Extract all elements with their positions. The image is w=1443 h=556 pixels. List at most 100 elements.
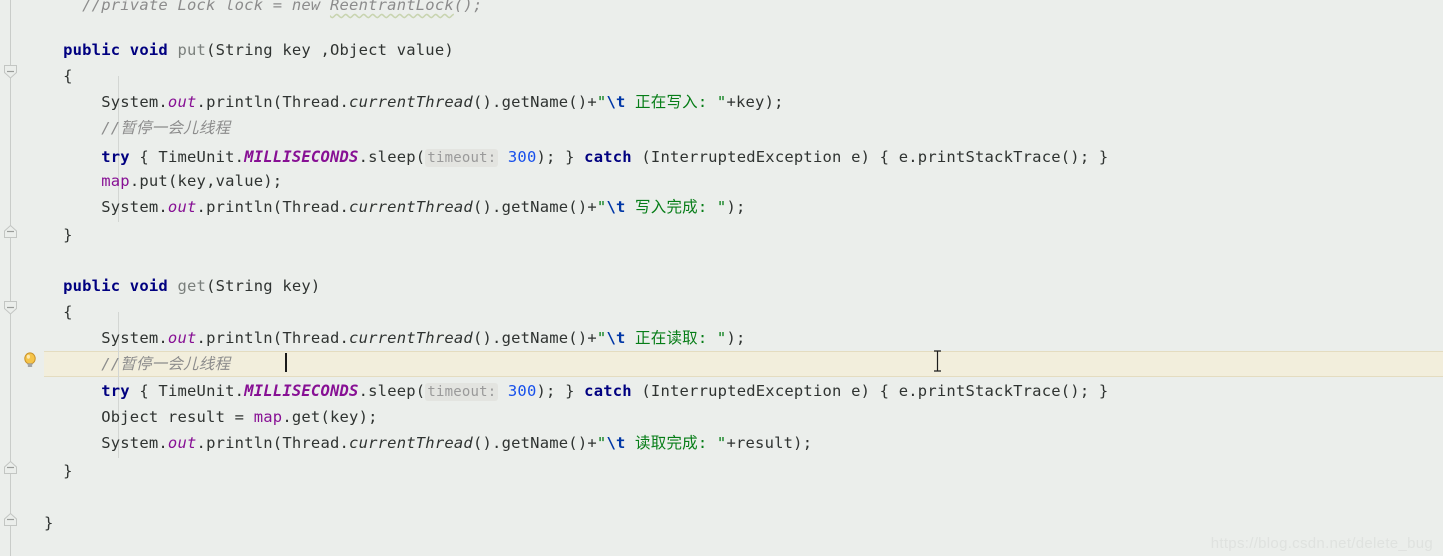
code-token: \t: [606, 329, 626, 347]
code-token: out: [167, 434, 197, 452]
code-line[interactable]: System.out.println(Thread.currentThread(…: [44, 194, 746, 220]
code-token: .println(Thread.: [196, 329, 350, 347]
code-token: ();: [453, 0, 483, 14]
code-line[interactable]: //暂停一会儿线程: [44, 351, 230, 377]
code-token: currentThread: [349, 93, 473, 111]
code-token: ().getName()+: [472, 93, 597, 111]
code-line[interactable]: System.out.println(Thread.currentThread(…: [44, 89, 784, 115]
code-token: {: [44, 303, 73, 321]
code-token: 正在写入: ": [625, 93, 727, 111]
code-token: ().getName()+: [472, 329, 597, 347]
code-token: 300: [498, 148, 537, 166]
code-token: public void: [63, 277, 178, 295]
code-token: timeout:: [425, 149, 499, 167]
code-token: (String key): [206, 277, 321, 295]
code-line[interactable]: {: [44, 299, 73, 325]
code-token: .put(key,value);: [129, 172, 283, 190]
code-text-area[interactable]: //private Lock lock = new ReentrantLock(…: [44, 0, 1443, 556]
code-token: .println(Thread.: [196, 198, 350, 216]
code-token: .println(Thread.: [196, 434, 350, 452]
code-token: ": [596, 198, 607, 216]
code-line[interactable]: System.out.println(Thread.currentThread(…: [44, 430, 812, 456]
code-token: timeout:: [425, 383, 499, 401]
code-line[interactable]: {: [44, 63, 73, 89]
code-token: }: [44, 462, 73, 480]
fold-marker-put-start-icon[interactable]: [3, 64, 18, 79]
code-line[interactable]: }: [44, 222, 73, 248]
code-token: +result);: [726, 434, 813, 452]
code-token: +key);: [726, 93, 784, 111]
mouse-ibeam-cursor: [932, 350, 943, 372]
code-line[interactable]: //暂停一会儿线程: [44, 115, 230, 141]
code-editor-window[interactable]: //private Lock lock = new ReentrantLock(…: [0, 0, 1443, 556]
code-token: currentThread: [349, 198, 473, 216]
code-token: (InterruptedException e) { e.printStackT…: [631, 148, 1109, 166]
code-token: get: [177, 277, 207, 295]
code-token: \t: [606, 434, 626, 452]
fold-marker-put-end-icon[interactable]: [3, 224, 18, 239]
code-token: //private Lock lock = new: [44, 0, 330, 14]
code-token: currentThread: [349, 434, 473, 452]
code-line[interactable]: try { TimeUnit.MILLISECONDS.sleep(timeou…: [44, 378, 1108, 404]
code-token: ": [596, 329, 607, 347]
code-token: ": [596, 434, 607, 452]
code-token: out: [167, 329, 197, 347]
code-token: ); }: [536, 148, 585, 166]
code-token: {: [44, 67, 73, 85]
code-token: public void: [63, 41, 178, 59]
code-token: .sleep(: [358, 148, 426, 166]
code-token: \t: [606, 198, 626, 216]
code-token: 300: [498, 382, 537, 400]
code-token: catch: [584, 382, 632, 400]
code-token: out: [167, 198, 197, 216]
code-token: currentThread: [349, 329, 473, 347]
code-token: System.: [44, 93, 168, 111]
code-line[interactable]: //private Lock lock = new ReentrantLock(…: [44, 0, 483, 18]
code-token: map: [253, 408, 283, 426]
code-token: .sleep(: [358, 382, 426, 400]
code-token: .println(Thread.: [196, 93, 350, 111]
code-token: }: [44, 514, 54, 532]
code-line[interactable]: map.put(key,value);: [44, 168, 282, 194]
code-token: 正在读取: ": [625, 329, 727, 347]
fold-marker-class-end-icon[interactable]: [3, 512, 18, 527]
code-token: //暂停一会儿线程: [44, 355, 231, 373]
code-token: 写入完成: ": [625, 198, 727, 216]
code-token: ().getName()+: [472, 198, 597, 216]
fold-marker-get-end-icon[interactable]: [3, 460, 18, 475]
fold-marker-get-start-icon[interactable]: [3, 300, 18, 315]
code-token: System.: [44, 198, 168, 216]
code-line[interactable]: public void put(String key ,Object value…: [44, 37, 454, 63]
code-line[interactable]: try { TimeUnit.MILLISECONDS.sleep(timeou…: [44, 144, 1108, 170]
text-caret: [285, 353, 287, 372]
code-line[interactable]: System.out.println(Thread.currentThread(…: [44, 325, 746, 351]
code-token: (InterruptedException e) { e.printStackT…: [631, 382, 1109, 400]
code-token: Object result =: [44, 408, 254, 426]
code-token: map: [101, 172, 130, 190]
editor-gutter[interactable]: [0, 0, 44, 556]
code-token: ); }: [536, 382, 585, 400]
intention-bulb-icon[interactable]: [21, 351, 39, 369]
code-token: );: [726, 329, 746, 347]
code-token: 读取完成: ": [625, 434, 727, 452]
code-line[interactable]: }: [44, 458, 73, 484]
code-line[interactable]: }: [44, 510, 54, 536]
code-token: MILLISECONDS: [244, 382, 359, 400]
code-token: { TimeUnit.: [129, 382, 245, 400]
code-token: System.: [44, 434, 168, 452]
code-token: try: [101, 382, 130, 400]
code-token: .get(key);: [282, 408, 378, 426]
code-token: //暂停一会儿线程: [44, 119, 231, 137]
code-token: out: [167, 93, 197, 111]
code-token: ": [596, 93, 607, 111]
code-line[interactable]: Object result = map.get(key);: [44, 404, 378, 430]
code-token: put: [177, 41, 207, 59]
code-token: \t: [606, 93, 626, 111]
code-token: catch: [584, 148, 632, 166]
code-line[interactable]: public void get(String key): [44, 273, 320, 299]
watermark-text: https://blog.csdn.net/delete_bug: [1210, 535, 1433, 552]
code-token: );: [726, 198, 746, 216]
